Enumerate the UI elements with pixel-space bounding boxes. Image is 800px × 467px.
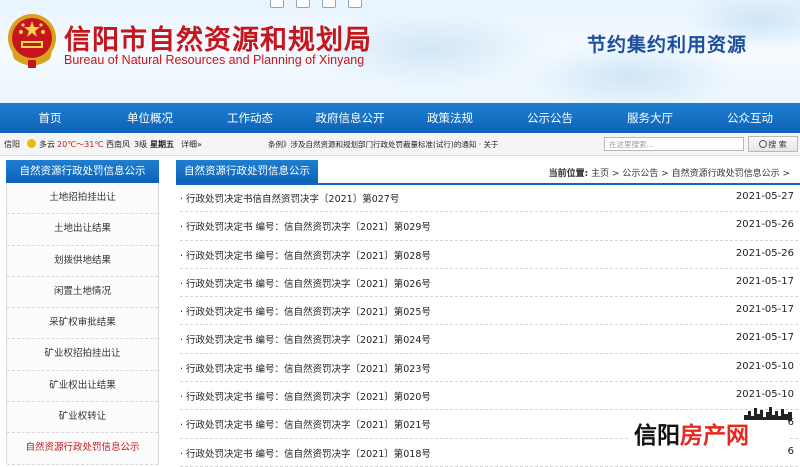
watermark-logo: 信阳房产网 bbox=[628, 420, 788, 452]
list-item-date: 6 bbox=[787, 445, 794, 457]
list-item-title[interactable]: · 行政处罚决定书 编号：信自然资罚决字〔2021〕第020号 bbox=[180, 389, 431, 403]
site-header: 信阳市自然资源和规划局 Bureau of Natural Resources … bbox=[0, 0, 800, 103]
sidebar-list: 土地招拍挂出让 土地出让结果 划拨供地结果 闲置土地情况 采矿权审批结果 矿业权… bbox=[6, 183, 159, 465]
list-item-date: 2021-05-10 bbox=[735, 389, 794, 401]
news-ticker-item[interactable]: · 关于 bbox=[479, 140, 499, 149]
search-button[interactable]: 搜 索 bbox=[748, 136, 798, 152]
site-title-english: Bureau of Natural Resources and Planning… bbox=[64, 53, 365, 67]
content-header: 自然资源行政处罚信息公示 当前位置: 主页 > 公示公告 > 自然资源行政处罚信… bbox=[176, 160, 800, 185]
list-item[interactable]: · 行政处罚决定书信自然资罚决字〔2021〕第027号 2021-05-27 bbox=[180, 184, 798, 213]
site-title: 信阳市自然资源和规划局 bbox=[64, 25, 372, 56]
mobile-icon[interactable] bbox=[270, 0, 284, 8]
search-icon bbox=[759, 140, 768, 148]
sidebar-item-mining-transfer[interactable]: 矿业权转让 bbox=[7, 402, 158, 434]
slogan: 节约集约利用资源 bbox=[587, 34, 748, 56]
national-emblem-icon bbox=[8, 14, 56, 68]
list-item-date: 2021-05-10 bbox=[735, 360, 794, 372]
sidebar-item-mining-transfer-result[interactable]: 矿业权出让结果 bbox=[7, 370, 158, 403]
watermark-text-site: 房产网 bbox=[680, 423, 749, 449]
list-item-title[interactable]: · 行政处罚决定书 编号：信自然资罚决字〔2021〕第028号 bbox=[180, 248, 431, 262]
list-item-title[interactable]: · 行政处罚决定书 编号：信自然资罚决字〔2021〕第018号 bbox=[180, 446, 431, 460]
breadcrumb-label: 当前位置: bbox=[548, 169, 589, 179]
list-item-title[interactable]: · 行政处罚决定书 编号：信自然资罚决字〔2021〕第026号 bbox=[180, 276, 431, 290]
weather-wind-level: 3级 bbox=[134, 140, 148, 149]
weekday: 星期五 bbox=[150, 140, 174, 149]
nav-notices[interactable]: 公示公告 bbox=[500, 103, 600, 133]
list-item-date: 2021-05-17 bbox=[735, 332, 794, 344]
sidebar-item-idle-land[interactable]: 闲置土地情况 bbox=[7, 276, 158, 309]
sidebar-item-mining-approval[interactable]: 采矿权审批结果 bbox=[7, 308, 158, 340]
list-item-date: 2021-05-17 bbox=[735, 275, 794, 287]
news-ticker[interactable]: 条例》涉及自然资源和规划部门行政处罚裁量标准(试行)的通知 · 关于 bbox=[268, 139, 528, 150]
list-item[interactable]: · 行政处罚决定书 编号：信自然资罚决字〔2021〕第020号 2021-05-1… bbox=[180, 382, 798, 411]
nav-news[interactable]: 工作动态 bbox=[200, 103, 300, 133]
list-item[interactable]: · 行政处罚决定书 编号：信自然资罚决字〔2021〕第025号 2021-05-1… bbox=[180, 297, 798, 326]
toolbar-icons[interactable] bbox=[270, 0, 362, 8]
nav-home[interactable]: 首页 bbox=[0, 103, 100, 133]
nav-policy[interactable]: 政策法规 bbox=[400, 103, 500, 133]
nav-gov-info[interactable]: 政府信息公开 bbox=[300, 103, 400, 133]
list-item[interactable]: · 行政处罚决定书 编号：信自然资罚决字〔2021〕第023号 2021-05-1… bbox=[180, 354, 798, 383]
sidebar-item-allocation-result[interactable]: 划拨供地结果 bbox=[7, 245, 158, 277]
settings-icon[interactable] bbox=[348, 0, 362, 8]
weather-city: 信阳 bbox=[4, 140, 20, 149]
list-item-date: 2021-05-27 bbox=[735, 191, 794, 202]
content-tab: 自然资源行政处罚信息公示 bbox=[176, 160, 318, 183]
sidebar-item-land-auction[interactable]: 土地招拍挂出让 bbox=[7, 183, 158, 215]
list-item[interactable]: · 行政处罚决定书 编号：信自然资罚决字〔2021〕第029号 2021-05-2… bbox=[180, 212, 798, 241]
weather-condition: 多云 bbox=[39, 140, 55, 149]
sidebar-item-penalty-info[interactable]: 自然资源行政处罚信息公示 bbox=[7, 433, 158, 465]
weather-temperature: 20℃～31℃ bbox=[57, 140, 104, 149]
nav-service[interactable]: 服务大厅 bbox=[600, 103, 700, 133]
wechat-icon[interactable] bbox=[322, 0, 336, 8]
sidebar: 自然资源行政处罚信息公示 土地招拍挂出让 土地出让结果 划拨供地结果 闲置土地情… bbox=[6, 160, 159, 465]
weather-wind: 西南风 bbox=[106, 140, 130, 149]
sidebar-heading: 自然资源行政处罚信息公示 bbox=[6, 160, 159, 183]
weather-detail-link[interactable]: 详细» bbox=[181, 139, 202, 150]
search-button-label: 搜 索 bbox=[768, 140, 787, 149]
list-item-title[interactable]: · 行政处罚决定书 编号：信自然资罚决字〔2021〕第025号 bbox=[180, 304, 431, 318]
search-input[interactable]: 在这里搜索... bbox=[604, 137, 744, 151]
list-item-date: 2021-05-26 bbox=[735, 247, 794, 259]
list-item-title[interactable]: · 行政处罚决定书 编号：信自然资罚决字〔2021〕第021号 bbox=[180, 417, 431, 431]
nav-interaction[interactable]: 公众互动 bbox=[700, 103, 800, 133]
weibo-icon[interactable] bbox=[296, 0, 310, 8]
city-skyline-icon bbox=[744, 407, 792, 421]
main-nav: 首页 单位概况 工作动态 政府信息公开 政策法规 公示公告 服务大厅 公众互动 bbox=[0, 103, 800, 133]
breadcrumb-path[interactable]: 主页 > 公示公告 > 自然资源行政处罚信息公示 > bbox=[591, 169, 790, 179]
list-item-title[interactable]: · 行政处罚决定书 编号：信自然资罚决字〔2021〕第024号 bbox=[180, 332, 431, 346]
nav-about[interactable]: 单位概况 bbox=[100, 103, 200, 133]
list-item[interactable]: · 行政处罚决定书 编号：信自然资罚决字〔2021〕第024号 2021-05-1… bbox=[180, 325, 798, 354]
list-item-date: 2021-05-17 bbox=[735, 304, 794, 316]
sun-weather-icon bbox=[27, 139, 36, 148]
breadcrumb: 当前位置: 主页 > 公示公告 > 自然资源行政处罚信息公示 > bbox=[549, 166, 790, 179]
list-item-date: 2021-05-26 bbox=[735, 219, 794, 231]
list-item-title[interactable]: · 行政处罚决定书 编号：信自然资罚决字〔2021〕第029号 bbox=[180, 219, 431, 233]
list-item-title[interactable]: · 行政处罚决定书 编号：信自然资罚决字〔2021〕第023号 bbox=[180, 361, 431, 375]
sidebar-item-land-transfer-result[interactable]: 土地出让结果 bbox=[7, 214, 158, 246]
list-item[interactable]: · 行政处罚决定书 编号：信自然资罚决字〔2021〕第028号 2021-05-2… bbox=[180, 241, 798, 269]
list-item[interactable]: · 行政处罚决定书 编号：信自然资罚决字〔2021〕第026号 2021-05-1… bbox=[180, 269, 798, 298]
list-item-title[interactable]: · 行政处罚决定书信自然资罚决字〔2021〕第027号 bbox=[180, 191, 399, 205]
news-ticker-item[interactable]: 条例》涉及自然资源和规划部门行政处罚裁量标准(试行)的通知 bbox=[268, 140, 476, 149]
sidebar-item-mining-auction[interactable]: 矿业权招拍挂出让 bbox=[7, 339, 158, 371]
watermark-text-city: 信阳 bbox=[634, 423, 680, 449]
